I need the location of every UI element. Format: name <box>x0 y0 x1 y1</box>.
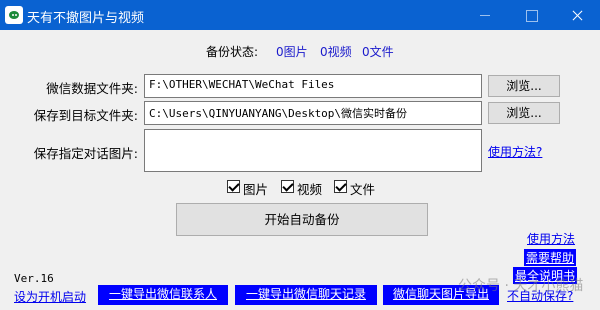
videos-checkbox-label: 视频 <box>297 182 323 197</box>
videos-checkbox[interactable] <box>281 180 294 193</box>
target-folder-browse-button[interactable]: 浏览... <box>488 102 560 124</box>
close-button[interactable] <box>554 0 600 30</box>
title-bar: 天有不撤图片与视频 <box>0 0 600 30</box>
wechat-app-icon <box>5 6 23 24</box>
target-folder-input[interactable]: C:\Users\QINYUANYANG\Desktop\微信实时备份 <box>144 101 482 125</box>
images-checkbox[interactable] <box>227 180 240 193</box>
wechat-folder-label: 微信数据文件夹: <box>46 81 138 96</box>
dialog-images-input[interactable] <box>144 129 482 172</box>
dialog-images-label: 保存指定对话图片: <box>33 146 138 161</box>
export-contacts-button[interactable]: 一键导出微信联系人 <box>98 285 228 305</box>
watermark: 公众号 · 天才小熊猫 <box>458 278 584 294</box>
usage-link[interactable]: 使用方法 <box>527 230 575 247</box>
wechat-folder-input[interactable]: F:\OTHER\WECHAT\WeChat Files <box>144 74 482 98</box>
version-label: Ver.16 <box>14 272 54 285</box>
dialog-images-help-link[interactable]: 使用方法? <box>488 143 542 160</box>
target-folder-label: 保存到目标文件夹: <box>33 108 138 123</box>
wechat-folder-browse-button[interactable]: 浏览... <box>488 75 560 97</box>
backup-status-label: 备份状态: <box>206 45 259 59</box>
autostart-link[interactable]: 设为开机启动 <box>14 288 86 305</box>
maximize-button[interactable] <box>508 0 554 30</box>
export-chats-button[interactable]: 一键导出微信聊天记录 <box>235 285 377 305</box>
minimize-button[interactable] <box>462 0 508 30</box>
backup-status: 备份状态: <box>206 43 258 60</box>
need-help-link[interactable]: 需要帮助 <box>524 249 577 266</box>
window-title: 天有不撤图片与视频 <box>27 11 145 26</box>
files-checkbox-label: 文件 <box>350 182 376 197</box>
start-backup-button[interactable]: 开始自动备份 <box>176 203 428 236</box>
images-checkbox-label: 图片 <box>243 182 269 197</box>
video-count: 0视频 <box>320 45 352 59</box>
image-count: 0图片 <box>276 45 308 59</box>
files-checkbox[interactable] <box>334 180 347 193</box>
file-count: 0文件 <box>362 45 394 59</box>
